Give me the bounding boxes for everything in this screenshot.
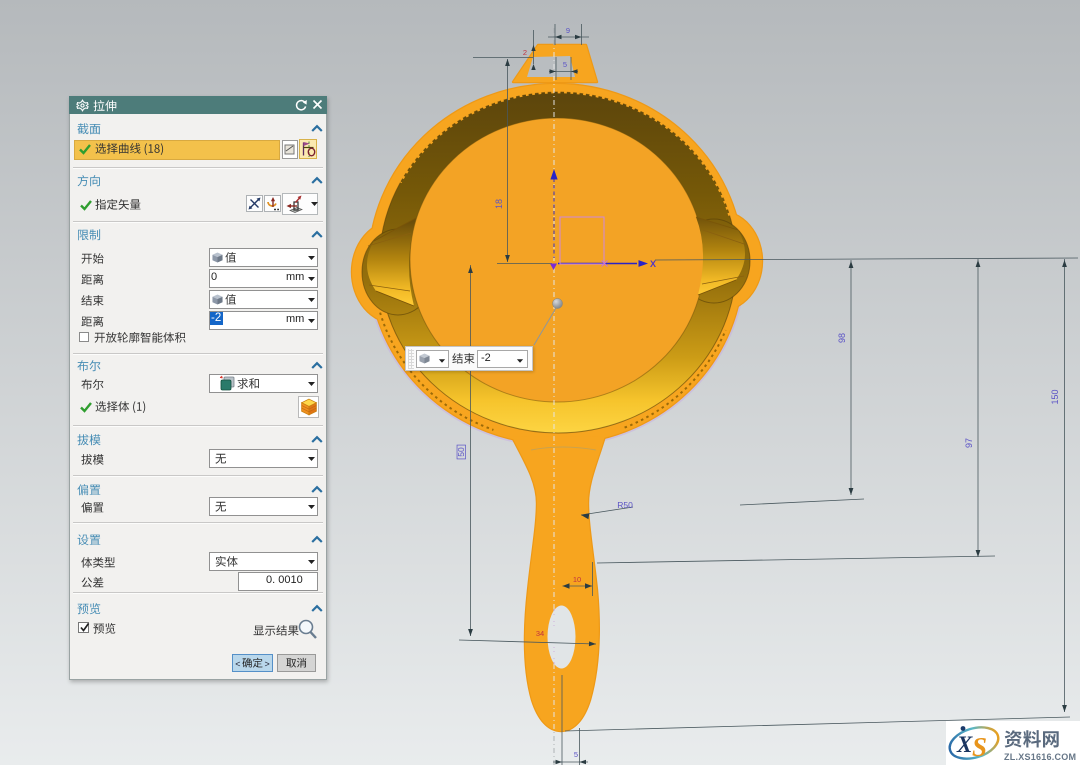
svg-text:X: X — [956, 732, 973, 757]
svg-text:97: 97 — [964, 438, 974, 448]
svg-text:X: X — [650, 259, 656, 269]
svg-text:2: 2 — [523, 48, 527, 57]
svg-text:R50: R50 — [617, 500, 633, 510]
svg-text:10: 10 — [573, 575, 581, 584]
svg-text:S: S — [972, 732, 987, 762]
svg-text:5: 5 — [574, 750, 578, 759]
svg-text:50: 50 — [456, 447, 466, 457]
svg-text:150: 150 — [1050, 389, 1060, 404]
svg-text:34: 34 — [536, 629, 544, 638]
svg-text:9: 9 — [566, 26, 570, 35]
svg-text:98: 98 — [837, 333, 847, 343]
svg-text:5: 5 — [563, 60, 567, 69]
svg-text:18: 18 — [494, 199, 504, 209]
